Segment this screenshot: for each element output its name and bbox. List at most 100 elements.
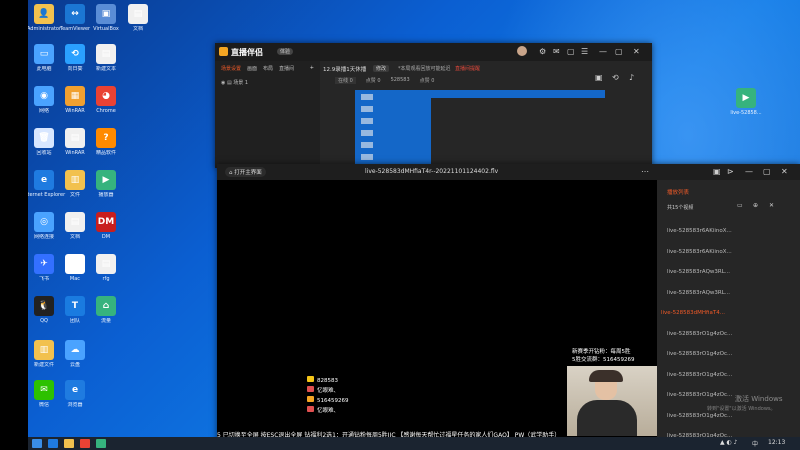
- add-scene-button[interactable]: +: [310, 65, 314, 72]
- user-badge-icon: [307, 406, 314, 412]
- start-button[interactable]: [32, 439, 42, 448]
- app-icon: ⟲: [65, 44, 85, 64]
- playlist-item[interactable]: live-528583r6AKiinoX...: [667, 249, 732, 255]
- player-filename: live-528583dMHfiaT4r--20221101124402.flv: [365, 168, 499, 175]
- preview-icons: [361, 94, 373, 164]
- desktop-icon[interactable]: ? 精品软件: [84, 128, 128, 157]
- video-area[interactable]: 828583 忆眼难、 516459269 忆眼难、 新赛季开钻粉：每周5胜 5胜交流…: [217, 180, 657, 444]
- tab-room[interactable]: 直播间: [279, 65, 294, 72]
- playlist-item[interactable]: live-528583rO1g4zOc...: [667, 413, 732, 419]
- more-icon[interactable]: ⋯: [641, 167, 649, 176]
- player-titlebar[interactable]: ⌂ 打开主界面 live-528583dMHfiaT4r--2022110112…: [217, 164, 800, 180]
- playlist-item[interactable]: live-528583rAQw3RL...: [667, 269, 730, 275]
- app-icon: ▤: [128, 4, 148, 24]
- app-icon: ▭: [34, 44, 54, 64]
- minimize-icon[interactable]: —: [599, 47, 607, 56]
- desktop-icon[interactable]: ▶ 播放器: [84, 170, 128, 199]
- chat-line: 828583: [307, 376, 349, 386]
- app-icon: e: [34, 170, 54, 190]
- app-icon: 🗑: [34, 128, 54, 148]
- menu-icon[interactable]: ☰: [581, 47, 588, 56]
- maximize-icon[interactable]: ▢: [615, 47, 623, 56]
- tab-scene[interactable]: 场景设置: [221, 65, 241, 72]
- taskbar-explorer[interactable]: [64, 439, 74, 448]
- tray-icons[interactable]: ▲ ◐ ♪: [720, 439, 738, 446]
- desktop-icon-label: DM: [101, 234, 111, 240]
- chat-text: 忆眼难、: [317, 408, 340, 414]
- studio-titlebar[interactable]: 直播伴侣 体验 ⚙ ✉ ▢ ☰ — ▢ ✕: [215, 43, 652, 61]
- pin-icon[interactable]: ⊳: [727, 167, 734, 176]
- add-file-icon[interactable]: ⊕: [753, 202, 758, 209]
- app-icon: ▤: [65, 212, 85, 232]
- folder-icon[interactable]: ▭: [737, 202, 743, 209]
- scene-item[interactable]: ◉ ▤ 场景 1: [215, 76, 320, 89]
- playlist-item[interactable]: live-528583rO1g4zOc...: [667, 392, 732, 398]
- desktop: 👤 Administrator ↔ TeamViewer ▣ VirtualBox ▤ 文档 ▭…: [28, 0, 800, 450]
- clock[interactable]: 12:13: [768, 439, 785, 446]
- desktop-icon[interactable]: ⌂ 流量: [84, 296, 128, 325]
- desktop-icon-video-file[interactable]: ▶ live-52858...: [724, 88, 768, 117]
- settings-icon[interactable]: ⚙: [539, 47, 546, 56]
- record-icon[interactable]: ▣: [595, 73, 603, 82]
- taskbar-app[interactable]: [80, 439, 90, 448]
- desktop-icon[interactable]: ☁ 云盘: [53, 340, 97, 369]
- tab-layout[interactable]: 布局: [263, 65, 273, 72]
- playlist-item[interactable]: live-528583rO1g4zOc...: [667, 372, 732, 378]
- message-icon[interactable]: ✉: [553, 47, 560, 56]
- app-icon: ☁: [65, 340, 85, 360]
- playlist-item[interactable]: live-528583rAQw3RL...: [667, 290, 730, 296]
- desktop-icon-label: 浏览器: [67, 402, 83, 408]
- close-icon[interactable]: ✕: [781, 167, 788, 176]
- share-icon[interactable]: ⟲: [612, 73, 619, 82]
- desktop-icon[interactable]: e 浏览器: [53, 380, 97, 409]
- desktop-icon[interactable]: ▤ 文档: [116, 4, 160, 33]
- bell-icon[interactable]: ♪: [629, 73, 634, 82]
- desktop-icon-label: 云盘: [69, 362, 80, 368]
- desktop-icon[interactable]: DM DM: [84, 212, 128, 241]
- preview-nested-window: [431, 98, 605, 168]
- playlist-item[interactable]: live-528583rO1g4zOc...: [667, 331, 732, 337]
- app-icon: ⌂: [96, 296, 116, 316]
- edit-title-button[interactable]: 修改: [373, 65, 390, 72]
- screenshot-icon[interactable]: ▣: [713, 167, 721, 176]
- desktop-icon-label: rfg: [102, 276, 110, 282]
- app-icon: ▥: [34, 340, 54, 360]
- mail-icon[interactable]: ▢: [567, 47, 575, 56]
- scene-item-label: 场景 1: [233, 80, 249, 86]
- taskbar-ie[interactable]: [48, 439, 58, 448]
- minimize-icon[interactable]: —: [745, 167, 753, 176]
- chat-overlay: 828583 忆眼难、 516459269 忆眼难、: [307, 376, 349, 416]
- desktop-icon[interactable]: ◕ Chrome: [84, 86, 128, 115]
- user-badge-icon: [307, 396, 314, 402]
- input-method[interactable]: 中: [752, 439, 758, 448]
- open-main-button[interactable]: ⌂ 打开主界面: [225, 167, 266, 177]
- app-icon: 🐧: [34, 296, 54, 316]
- chat-text: 忆眼难、: [317, 388, 340, 394]
- eye-icon[interactable]: ◉: [221, 80, 225, 86]
- studio-window[interactable]: 直播伴侣 体验 ⚙ ✉ ▢ ☰ — ▢ ✕ 场景设置 画面 布局 直播间 + ◉…: [215, 43, 652, 168]
- stat-like: 点赞 0: [365, 78, 381, 84]
- app-icon: ▦: [65, 86, 85, 106]
- warn-text: 直播间提醒: [455, 66, 481, 72]
- desktop-icon[interactable]: ▤ rfg: [84, 254, 128, 283]
- playlist-item[interactable]: live-528583rO1g4zOc...: [667, 351, 732, 357]
- delete-icon[interactable]: ✕: [769, 202, 774, 209]
- close-icon[interactable]: ✕: [633, 47, 640, 56]
- playlist-item[interactable]: live-528583r6AKiinoX...: [667, 228, 732, 234]
- stat-like-2: 点赞 0: [419, 78, 435, 84]
- app-icon: ▤: [65, 128, 85, 148]
- player-window[interactable]: ⌂ 打开主界面 live-528583dMHfiaT4r--2022110112…: [217, 164, 800, 444]
- preview-canvas: [355, 90, 605, 168]
- app-icon: ◕: [96, 86, 116, 106]
- avatar[interactable]: [517, 46, 527, 56]
- app-icon: M: [65, 254, 85, 274]
- playlist-item[interactable]: live-528583dMHfiaT4...: [661, 310, 725, 316]
- app-icon: ▥: [65, 170, 85, 190]
- desktop-icon-label: Chrome: [96, 108, 116, 114]
- desktop-icon[interactable]: ▤ 新建文本: [84, 44, 128, 73]
- taskbar-player[interactable]: [96, 439, 106, 448]
- tab-picture[interactable]: 画面: [247, 65, 257, 72]
- studio-logo-text: 直播伴侣: [231, 48, 263, 57]
- maximize-icon[interactable]: ▢: [763, 167, 771, 176]
- app-icon: ↔: [65, 4, 85, 24]
